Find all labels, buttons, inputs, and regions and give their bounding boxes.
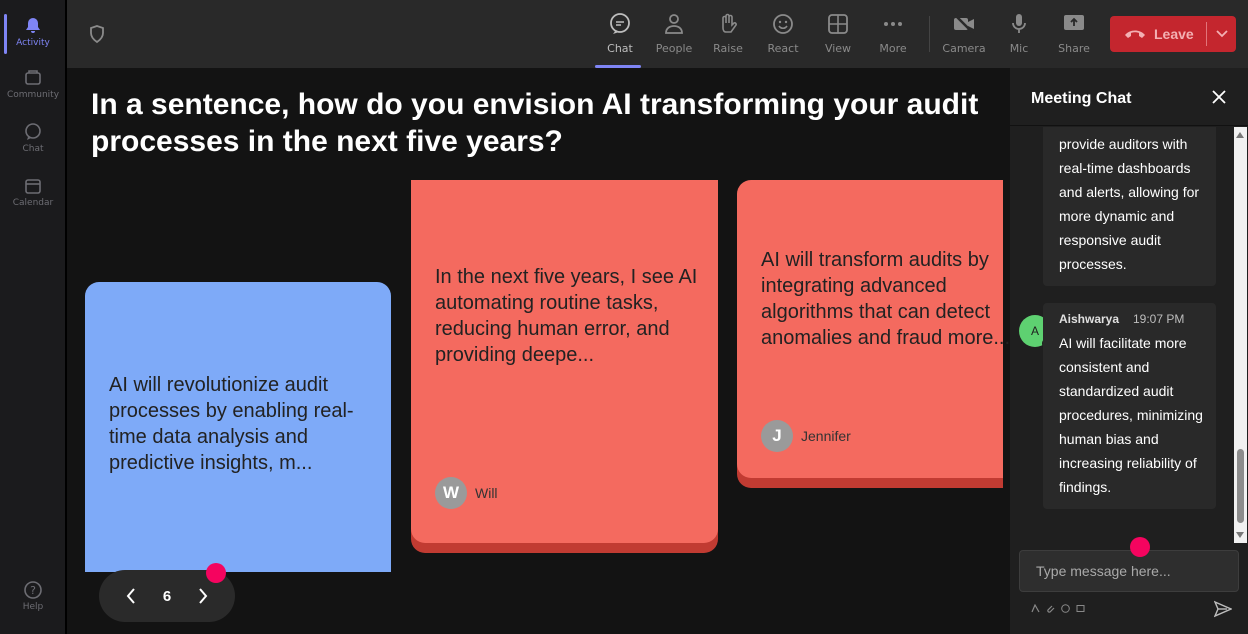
page-number: 6 <box>162 587 172 605</box>
chat-bubble-icon <box>25 123 41 140</box>
response-card[interactable]: AI will revolutionize audit processes by… <box>85 282 391 572</box>
leave-label: Leave <box>1154 26 1194 42</box>
help-icon: ? <box>24 581 42 599</box>
scroll-up-arrow[interactable] <box>1236 132 1244 138</box>
message-input[interactable] <box>1019 550 1239 592</box>
camera-button[interactable]: Camera <box>939 10 989 62</box>
message-time: 19:07 PM <box>1133 312 1185 326</box>
leave-options-button[interactable] <box>1207 30 1236 38</box>
sender-name: Aishwarya <box>1059 312 1120 326</box>
highlight-dot <box>206 563 226 583</box>
response-author: W Will <box>435 477 498 509</box>
rail-item-calendar[interactable]: Calendar <box>0 168 66 216</box>
rail-item-activity[interactable]: Activity <box>0 8 66 56</box>
svg-text:?: ? <box>30 584 36 597</box>
toolbar-label: People <box>655 42 693 55</box>
close-icon[interactable] <box>1212 90 1226 104</box>
compose-toolbar <box>1031 604 1085 613</box>
chat-header: Meeting Chat <box>1010 68 1248 126</box>
chat-button[interactable]: Chat <box>595 10 645 68</box>
toolbar-label: View <box>824 42 852 55</box>
hang-up-icon <box>1125 30 1145 38</box>
scroll-thumb[interactable] <box>1237 449 1244 523</box>
rail-item-label: Activity <box>16 38 50 48</box>
rail-item-community[interactable]: Community <box>0 60 66 108</box>
bell-icon <box>26 18 40 33</box>
mic-button[interactable]: Mic <box>994 10 1044 62</box>
meeting-chat-panel: Meeting Chat provide auditors with real-… <box>1010 68 1248 634</box>
react-button[interactable]: React <box>758 10 808 62</box>
attach-icon[interactable] <box>1046 604 1055 613</box>
toolbar-label: Mic <box>1009 42 1029 55</box>
raise-hand-button[interactable]: Raise <box>703 10 753 62</box>
microphone-icon <box>1012 14 1026 33</box>
presentation-stage: In a sentence, how do you envision AI tr… <box>67 68 1010 634</box>
poll-question: In a sentence, how do you envision AI tr… <box>91 88 979 158</box>
gif-icon[interactable] <box>1076 604 1085 613</box>
meeting-toolbar: Chat People Raise React View More Camera… <box>67 0 1248 68</box>
response-card[interactable]: AI will transform audits by integrating … <box>737 180 1010 478</box>
rail-item-label: Chat <box>22 144 44 154</box>
response-text: AI will transform audits by integrating … <box>761 249 1010 349</box>
response-text: AI will revolutionize audit processes by… <box>109 374 354 474</box>
people-button[interactable]: People <box>649 10 699 62</box>
chevron-right-icon <box>199 588 208 604</box>
avatar: W <box>435 477 467 509</box>
shield-icon <box>90 25 104 44</box>
more-button[interactable]: More <box>868 10 918 62</box>
leave-main-action[interactable]: Leave <box>1110 16 1206 52</box>
rail-item-chat[interactable]: Chat <box>0 114 66 162</box>
person-icon <box>665 14 683 34</box>
share-screen-icon <box>1064 15 1084 30</box>
response-author: J Jennifer <box>761 420 851 452</box>
more-dots-icon <box>884 22 902 26</box>
share-button[interactable]: Share <box>1049 10 1099 62</box>
avatar: J <box>761 420 793 452</box>
response-text: In the next five years, I see AI automat… <box>435 266 698 366</box>
chevron-left-icon <box>126 588 135 604</box>
author-name: Will <box>475 485 498 501</box>
rail-item-label: Calendar <box>12 198 54 208</box>
view-button[interactable]: View <box>813 10 863 62</box>
toolbar-label: More <box>879 42 907 55</box>
toolbar-label: Share <box>1058 42 1090 55</box>
calendar-icon <box>25 179 41 194</box>
chevron-down-icon <box>1215 30 1228 38</box>
toolbar-label: Camera <box>942 42 986 55</box>
chat-scrollbar[interactable] <box>1234 127 1247 543</box>
message-text: AI will facilitate more consistent and s… <box>1059 335 1203 495</box>
rail-item-label: Help <box>22 602 44 612</box>
rail-item-help[interactable]: ? Help <box>0 572 66 620</box>
toolbar-label: Raise <box>713 42 743 55</box>
toolbar-divider <box>929 16 930 52</box>
leave-button[interactable]: Leave <box>1110 16 1236 52</box>
toolbar-label: React <box>767 42 799 55</box>
next-button[interactable] <box>191 584 215 608</box>
avatar-initial: A <box>1030 324 1039 338</box>
emoji-icon[interactable] <box>1061 604 1070 613</box>
rail-item-label: Community <box>6 90 60 100</box>
smiley-icon <box>773 14 793 34</box>
grid-view-icon <box>828 14 848 34</box>
chat-title: Meeting Chat <box>1031 90 1132 107</box>
message-text: provide auditors with real-time dashboar… <box>1059 136 1200 272</box>
camera-off-icon <box>954 14 974 34</box>
chat-message: Aishwarya 19:07 PM AI will facilitate mo… <box>1043 303 1216 509</box>
message-list[interactable]: provide auditors with real-time dashboar… <box>1010 127 1232 543</box>
app-rail: Activity Community Chat Calendar ? Help <box>0 0 66 634</box>
highlight-dot <box>1130 537 1150 557</box>
send-icon[interactable] <box>1214 600 1232 618</box>
response-card[interactable]: In the next five years, I see AI automat… <box>411 180 718 543</box>
author-name: Jennifer <box>801 428 851 444</box>
format-icon[interactable] <box>1031 604 1040 613</box>
scroll-down-arrow[interactable] <box>1236 532 1244 538</box>
previous-button[interactable] <box>119 584 143 608</box>
community-icon <box>25 70 41 85</box>
hand-icon <box>722 13 737 33</box>
chat-message: provide auditors with real-time dashboar… <box>1043 127 1216 286</box>
chat-icon <box>610 13 630 34</box>
toolbar-label: Chat <box>607 42 633 55</box>
